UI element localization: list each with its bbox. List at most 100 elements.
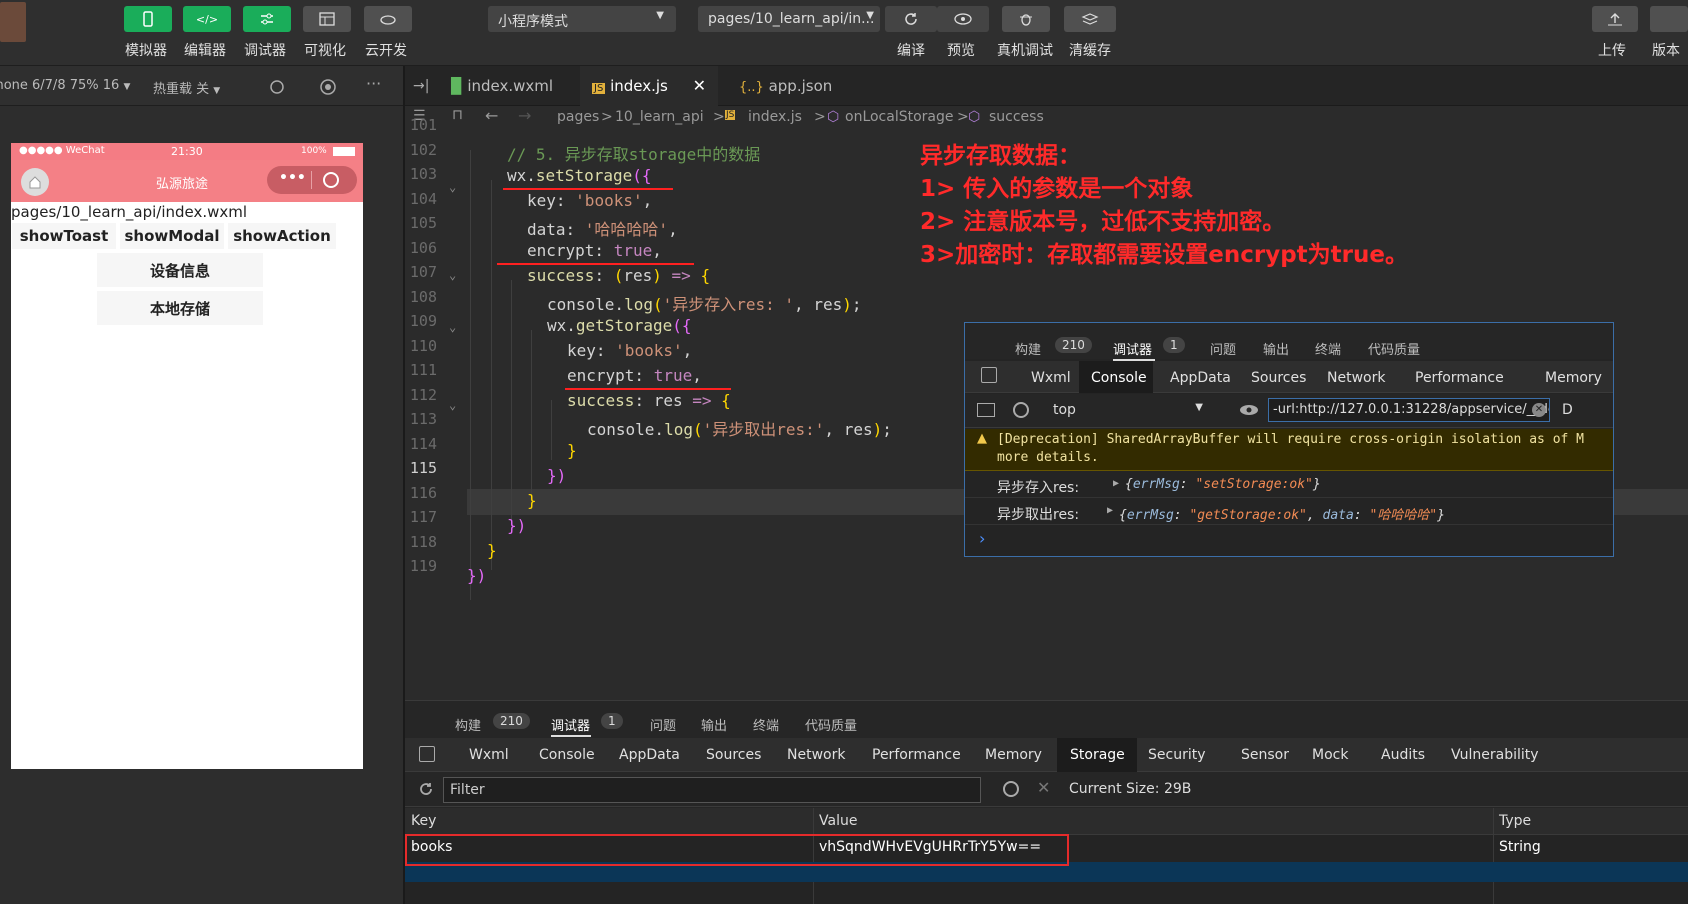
- clear-all-icon[interactable]: [1003, 781, 1019, 797]
- clear-console-icon[interactable]: [1013, 402, 1029, 418]
- panel-mock[interactable]: Mock: [1312, 747, 1348, 763]
- show-modal-button[interactable]: showModal: [120, 223, 224, 249]
- rotate-icon[interactable]: [268, 78, 286, 96]
- tab-app-json[interactable]: {..} app.json: [725, 66, 865, 106]
- context-select[interactable]: top ▼: [1053, 402, 1203, 418]
- tab-code-quality[interactable]: 代码质量: [805, 715, 857, 734]
- breadcrumb-item[interactable]: pages: [557, 109, 599, 125]
- panel-appdata[interactable]: AppData: [619, 747, 680, 763]
- panel-security[interactable]: Security: [1148, 747, 1206, 763]
- inspect-icon[interactable]: [981, 367, 997, 383]
- default-levels-select[interactable]: D: [1562, 402, 1573, 418]
- tab-index-js[interactable]: JS index.js ✕: [580, 66, 718, 106]
- panel-performance[interactable]: Performance: [872, 747, 961, 763]
- tab-terminal[interactable]: 终端: [753, 715, 779, 734]
- panel-performance[interactable]: Performance: [1415, 370, 1504, 386]
- sidebar-toggle-icon[interactable]: [977, 403, 995, 417]
- breadcrumb-item[interactable]: success: [989, 109, 1044, 125]
- console-log-entry[interactable]: 异步取出res: ▶ {errMsg: "getStorage:ok", dat…: [965, 499, 1613, 525]
- record-icon[interactable]: [319, 78, 337, 96]
- cloud-dev-button[interactable]: [364, 6, 412, 32]
- tab-problems[interactable]: 问题: [650, 715, 676, 734]
- panel-appdata[interactable]: AppData: [1170, 370, 1231, 386]
- breadcrumb-item[interactable]: onLocalStorage: [845, 109, 954, 125]
- panel-sources[interactable]: Sources: [1251, 370, 1306, 386]
- more-icon[interactable]: ···: [366, 74, 381, 93]
- editor-tab-bar: →| ▉ index.wxml JS index.js ✕ {..} app.j…: [405, 66, 1688, 106]
- mode-select[interactable]: 小程序模式 ▼: [488, 6, 676, 32]
- version-button[interactable]: [1650, 6, 1688, 32]
- collapse-sidebar-icon[interactable]: →|: [413, 78, 429, 94]
- tab-output[interactable]: 输出: [701, 715, 727, 734]
- hotreload-select[interactable]: 热重载 关 ▼: [153, 78, 220, 97]
- eye-icon[interactable]: [1239, 404, 1259, 416]
- debugger-toggle-button[interactable]: [243, 6, 291, 32]
- show-toast-button[interactable]: showToast: [12, 223, 116, 249]
- tab-index-wxml[interactable]: ▉ index.wxml: [437, 66, 577, 106]
- tab-output[interactable]: 输出: [1263, 339, 1289, 358]
- remote-debug-button[interactable]: [1002, 6, 1050, 32]
- fold-icon[interactable]: ⌄: [449, 180, 456, 194]
- expand-arrow-icon[interactable]: ▶: [1107, 505, 1113, 516]
- panel-console[interactable]: Console: [539, 747, 595, 763]
- clear-filter-icon[interactable]: ✕: [1532, 403, 1546, 417]
- column-value[interactable]: Value: [819, 813, 857, 829]
- panel-sources[interactable]: Sources: [706, 747, 761, 763]
- more-dots-icon[interactable]: •••: [279, 170, 306, 186]
- bookmark-icon[interactable]: ⊓: [452, 107, 463, 123]
- panel-wxml[interactable]: Wxml: [469, 747, 509, 763]
- tab-debugger[interactable]: 调试器: [551, 715, 590, 734]
- back-arrow-icon[interactable]: ←: [485, 106, 498, 125]
- panel-console[interactable]: Console: [1091, 370, 1147, 386]
- expand-arrow-icon[interactable]: ▶: [1113, 478, 1119, 489]
- breadcrumb-item[interactable]: index.js: [748, 109, 802, 125]
- console-prompt[interactable]: ›: [979, 529, 985, 548]
- tab-terminal[interactable]: 终端: [1315, 339, 1341, 358]
- device-select[interactable]: iPhone 6/7/8 75% 16 ▼: [0, 78, 130, 93]
- show-action-button[interactable]: showAction: [228, 223, 336, 249]
- capsule-menu[interactable]: •••: [267, 166, 357, 194]
- compile-button[interactable]: [885, 6, 937, 32]
- panel-memory[interactable]: Memory: [985, 747, 1042, 763]
- page-select[interactable]: pages/10_learn_api/in... ▼: [698, 6, 880, 32]
- panel-wxml[interactable]: Wxml: [1031, 370, 1071, 386]
- device-info-button[interactable]: 设备信息: [97, 253, 263, 287]
- delete-selected-icon[interactable]: ✕: [1037, 778, 1050, 797]
- inspect-icon[interactable]: [419, 746, 435, 762]
- panel-audits[interactable]: Audits: [1381, 747, 1425, 763]
- simulator-toggle-button[interactable]: [124, 6, 172, 32]
- console-filter-input[interactable]: -url:http://127.0.0.1:31228/appservice/_…: [1268, 398, 1550, 422]
- storage-filter-input[interactable]: Filter: [443, 777, 981, 803]
- local-storage-button[interactable]: 本地存储: [97, 291, 263, 325]
- tab-build[interactable]: 构建: [455, 715, 481, 734]
- tab-problems[interactable]: 问题: [1210, 339, 1236, 358]
- column-type[interactable]: Type: [1499, 813, 1531, 829]
- panel-network[interactable]: Network: [787, 747, 845, 763]
- panel-network[interactable]: Network: [1327, 370, 1385, 386]
- tab-debugger[interactable]: 调试器: [1113, 339, 1152, 358]
- tab-build[interactable]: 构建: [1015, 339, 1041, 358]
- tab-code-quality[interactable]: 代码质量: [1368, 339, 1420, 358]
- close-icon[interactable]: ✕: [693, 76, 706, 95]
- refresh-icon[interactable]: [417, 780, 435, 798]
- visual-toggle-button[interactable]: [303, 6, 351, 32]
- panel-memory[interactable]: Memory: [1545, 370, 1602, 386]
- fold-icon[interactable]: ⌄: [449, 268, 456, 282]
- panel-vulnerability[interactable]: Vulnerability: [1451, 747, 1539, 763]
- close-mini-icon[interactable]: [323, 172, 339, 188]
- preview-button[interactable]: [937, 6, 989, 32]
- home-button[interactable]: [21, 168, 49, 196]
- clear-cache-button[interactable]: [1064, 6, 1116, 32]
- avatar[interactable]: [0, 2, 26, 42]
- console-log-entry[interactable]: 异步存入res: ▶ {errMsg: "setStorage:ok"}: [965, 472, 1613, 498]
- line-number: 106: [409, 238, 437, 257]
- fold-icon[interactable]: ⌄: [449, 398, 456, 412]
- panel-sensor[interactable]: Sensor: [1241, 747, 1289, 763]
- forward-arrow-icon[interactable]: →: [518, 106, 531, 125]
- column-key[interactable]: Key: [411, 813, 436, 829]
- upload-button[interactable]: [1592, 6, 1638, 32]
- panel-storage[interactable]: Storage: [1070, 747, 1125, 763]
- fold-icon[interactable]: ⌄: [449, 320, 456, 334]
- breadcrumb-item[interactable]: 10_learn_api: [615, 109, 704, 125]
- editor-toggle-button[interactable]: </>: [183, 6, 231, 32]
